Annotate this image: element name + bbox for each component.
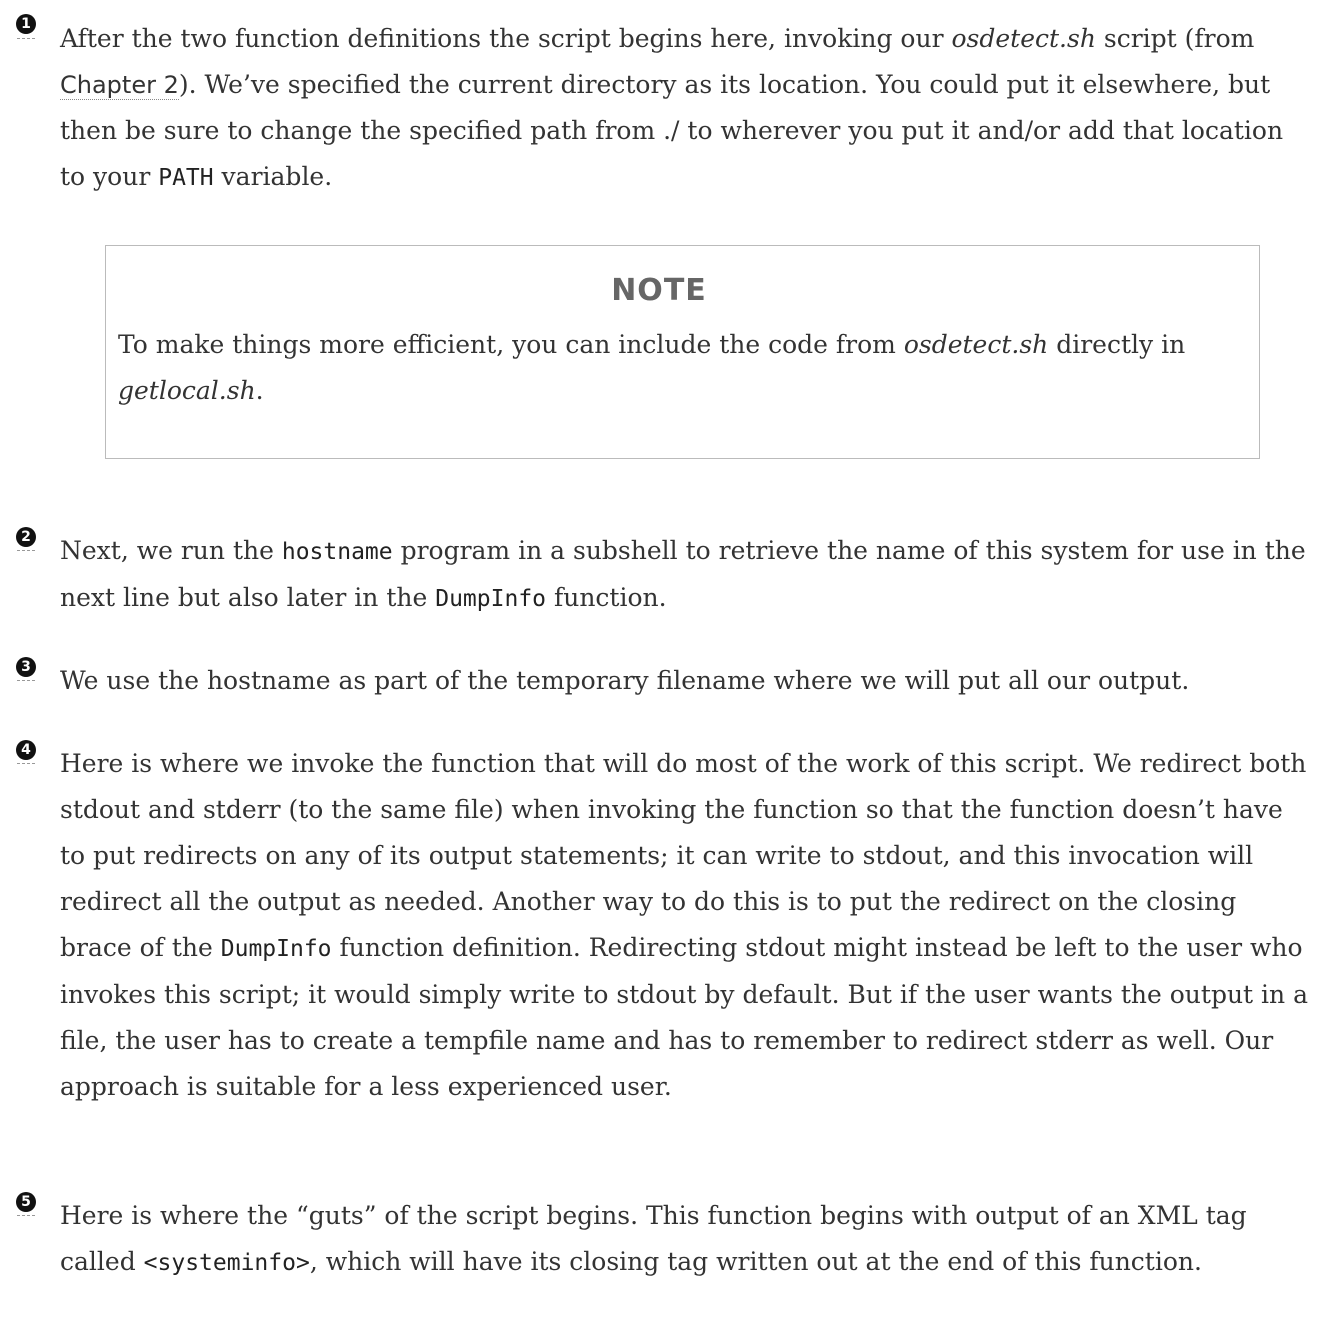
callout-underline — [17, 550, 35, 551]
callout-text-2: Next, we run the hostname program in a s… — [60, 528, 1310, 622]
callout-underline — [17, 763, 35, 764]
chapter-2-link[interactable]: Chapter 2 — [60, 71, 179, 100]
note-text: To make things more efficient, you can i… — [118, 322, 1248, 414]
text-run: We use the hostname as part of the tempo… — [60, 666, 1190, 695]
callout-text-1: After the two function definitions the s… — [60, 16, 1310, 201]
text-run: Next, we run the — [60, 536, 282, 565]
callout-text-3: We use the hostname as part of the tempo… — [60, 658, 1310, 704]
callout-number-1-icon[interactable]: 1 — [16, 14, 36, 34]
callout-text-5: Here is where the “guts” of the script b… — [60, 1193, 1310, 1286]
code-hostname: hostname — [281, 539, 393, 565]
code-dumpinfo: DumpInfo — [220, 936, 332, 962]
callout-number-2-icon[interactable]: 2 — [16, 527, 36, 547]
text-run: directly in — [1048, 330, 1186, 359]
callout-underline — [17, 680, 35, 681]
text-run: After the two function definitions the s… — [60, 24, 952, 53]
code-path: PATH — [158, 165, 214, 191]
text-run: function. — [546, 583, 667, 612]
callout-text-4: Here is where we invoke the function tha… — [60, 741, 1310, 1110]
code-systeminfo-tag: <systeminfo> — [143, 1250, 310, 1276]
filename-osdetect: osdetect.sh — [951, 24, 1096, 53]
filename-getlocal: getlocal.sh — [118, 376, 256, 405]
text-run: To make things more efficient, you can i… — [118, 330, 904, 359]
callout-number-4-icon[interactable]: 4 — [16, 740, 36, 760]
callout-number-3-icon[interactable]: 3 — [16, 657, 36, 677]
callout-underline — [17, 1215, 35, 1216]
callout-number-5-icon[interactable]: 5 — [16, 1192, 36, 1212]
code-dumpinfo: DumpInfo — [435, 586, 547, 612]
filename-osdetect: osdetect.sh — [903, 330, 1049, 359]
callout-underline — [17, 38, 35, 39]
note-title: NOTE — [611, 273, 707, 308]
text-run: Here is where we invoke the function tha… — [60, 749, 1307, 962]
text-run: variable. — [213, 162, 333, 191]
text-run: . — [255, 376, 264, 405]
text-run: script (from — [1095, 24, 1255, 53]
text-run: , which will have its closing tag writte… — [309, 1247, 1202, 1276]
